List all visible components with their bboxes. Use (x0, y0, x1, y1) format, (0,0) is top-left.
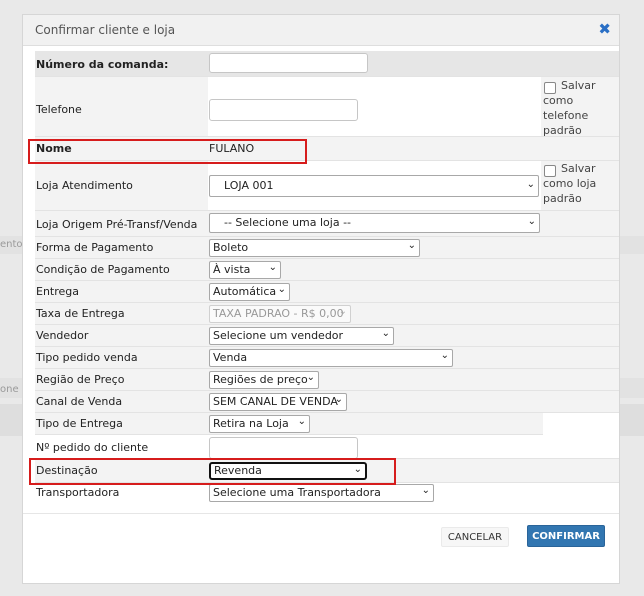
canal-venda-value: SEM CANAL DE VENDA (213, 395, 338, 408)
row-telefone: Telefone Salvar como telefone padrão (35, 77, 619, 137)
save-store-label: Salvar como loja padrão (543, 162, 597, 205)
loja-origem-label: Loja Origem Pré-Transf/Venda (36, 218, 198, 231)
chevron-down-icon: ⌄ (440, 350, 449, 361)
vendedor-select[interactable]: Selecione um vendedor ⌄ (209, 327, 394, 345)
transportadora-value: Selecione uma Transportadora (213, 486, 381, 499)
confirm-button[interactable]: CONFIRMAR (527, 525, 605, 547)
regiao-preco-select[interactable]: Regiões de preço ⌄ (209, 371, 319, 389)
row-condicao-pagamento: Condição de Pagamento À vista ⌄ (35, 259, 619, 281)
loja-atendimento-label: Loja Atendimento (36, 179, 133, 192)
save-phone-label: Salvar como telefone padrão (543, 79, 596, 137)
condicao-pagamento-label: Condição de Pagamento (36, 263, 170, 276)
destinacao-value: Revenda (214, 464, 262, 477)
chevron-down-icon: ⌄ (306, 372, 315, 383)
tipo-entrega-label: Tipo de Entrega (36, 417, 123, 430)
regiao-preco-label: Região de Preço (36, 373, 125, 386)
row-canal-venda: Canal de Venda SEM CANAL DE VENDA ⌄ (35, 391, 619, 413)
chevron-down-icon: ⌄ (421, 485, 430, 496)
entrega-label: Entrega (36, 285, 80, 298)
telefone-label: Telefone (36, 103, 82, 116)
destinacao-select[interactable]: Revenda ⌄ (209, 462, 367, 480)
footer-divider (23, 513, 619, 514)
background-text: ento (0, 239, 23, 250)
row-destinacao: Destinação Revenda ⌄ (35, 459, 619, 483)
vendedor-label: Vendedor (36, 329, 89, 342)
canal-venda-label: Canal de Venda (36, 395, 123, 408)
confirm-client-store-dialog: Confirmar cliente e loja ✖ Número da com… (22, 14, 620, 584)
modal-title: Confirmar cliente e loja (35, 23, 176, 37)
row-nome: Nome FULANO (35, 137, 619, 161)
row-entrega: Entrega Automática ⌄ (35, 281, 619, 303)
telefone-input[interactable] (209, 99, 358, 121)
tipo-entrega-value: Retira na Loja (213, 417, 289, 430)
destinacao-label: Destinação (36, 464, 98, 477)
cancel-button[interactable]: CANCELAR (441, 527, 509, 547)
pedido-cliente-label: Nº pedido do cliente (36, 441, 149, 454)
chevron-down-icon: ⌄ (268, 262, 277, 273)
entrega-select[interactable]: Automática ⌄ (209, 283, 290, 301)
row-vendedor: Vendedor Selecione um vendedor ⌄ (35, 325, 619, 347)
tipo-entrega-select[interactable]: Retira na Loja ⌄ (209, 415, 310, 433)
row-transportadora: Transportadora Selecione uma Transportad… (35, 483, 619, 505)
forma-pagamento-value: Boleto (213, 241, 249, 254)
loja-origem-select[interactable]: -- Selecione uma loja -- ⌄ (209, 213, 540, 233)
loja-atendimento-select[interactable]: LOJA 001 ⌄ (209, 175, 539, 197)
chevron-down-icon: ⌄ (334, 394, 343, 405)
taxa-entrega-label: Taxa de Entrega (36, 307, 125, 320)
chevron-down-icon: ⌄ (338, 306, 347, 317)
row-numero-comanda: Número da comanda: (35, 51, 619, 77)
canal-venda-select[interactable]: SEM CANAL DE VENDA ⌄ (209, 393, 347, 411)
forma-pagamento-label: Forma de Pagamento (36, 241, 154, 254)
condicao-pagamento-select[interactable]: À vista ⌄ (209, 261, 281, 279)
tipo-pedido-value: Venda (213, 351, 248, 364)
loja-atendimento-value: LOJA 001 (224, 179, 274, 192)
chevron-down-icon: ⌄ (381, 328, 390, 339)
regiao-preco-value: Regiões de preço (213, 373, 308, 386)
row-regiao-preco: Região de Preço Regiões de preço ⌄ (35, 369, 619, 391)
chevron-down-icon: ⌄ (277, 284, 286, 295)
nome-label: Nome (36, 142, 72, 155)
loja-origem-value: -- Selecione uma loja -- (224, 216, 352, 229)
row-loja-atendimento: Loja Atendimento LOJA 001 ⌄ Salvar como … (35, 161, 619, 211)
pedido-cliente-input[interactable] (209, 437, 358, 459)
vendedor-value: Selecione um vendedor (213, 329, 344, 342)
chevron-down-icon: ⌄ (407, 240, 416, 251)
taxa-entrega-value: TAXA PADRAO - R$ 0,00 (213, 307, 344, 320)
tipo-pedido-label: Tipo pedido venda (36, 351, 138, 364)
tipo-pedido-select[interactable]: Venda ⌄ (209, 349, 453, 367)
row-taxa-entrega: Taxa de Entrega TAXA PADRAO - R$ 0,00 ⌄ (35, 303, 619, 325)
numero-comanda-input[interactable] (209, 53, 368, 73)
chevron-down-icon: ⌄ (353, 464, 362, 475)
background-text: one (0, 384, 19, 395)
chevron-down-icon: ⌄ (526, 179, 535, 190)
modal-header: Confirmar cliente e loja ✖ (23, 15, 619, 46)
numero-comanda-label: Número da comanda: (36, 58, 169, 71)
chevron-down-icon: ⌄ (297, 416, 306, 427)
row-tipo-entrega: Tipo de Entrega Retira na Loja ⌄ (35, 413, 543, 435)
taxa-entrega-select: TAXA PADRAO - R$ 0,00 ⌄ (209, 305, 351, 323)
nome-value: FULANO (209, 142, 255, 155)
row-forma-pagamento: Forma de Pagamento Boleto ⌄ (35, 237, 619, 259)
close-icon[interactable]: ✖ (598, 20, 611, 38)
condicao-pagamento-value: À vista (213, 263, 251, 276)
chevron-down-icon: ⌄ (527, 216, 536, 227)
row-pedido-cliente: Nº pedido do cliente (35, 435, 619, 459)
row-loja-origem: Loja Origem Pré-Transf/Venda -- Selecion… (35, 211, 619, 237)
forma-pagamento-select[interactable]: Boleto ⌄ (209, 239, 420, 257)
transportadora-select[interactable]: Selecione uma Transportadora ⌄ (209, 484, 434, 502)
row-tipo-pedido: Tipo pedido venda Venda ⌄ (35, 347, 619, 369)
entrega-value: Automática (213, 285, 277, 298)
transportadora-label: Transportadora (36, 486, 120, 499)
